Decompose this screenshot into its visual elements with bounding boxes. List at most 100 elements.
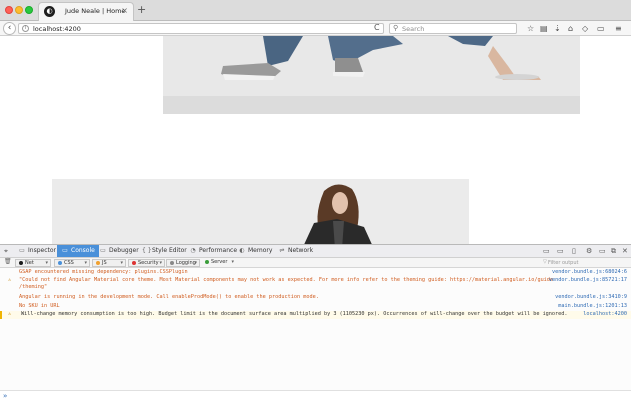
browser-tab[interactable]: ◐ Jude Neale | Home × <box>38 2 134 21</box>
tab-network[interactable]: ⇌ Network <box>278 245 313 257</box>
net-dot-icon <box>19 260 23 265</box>
filter-js-button[interactable]: JS ▾ <box>92 259 126 267</box>
search-icon: ⚲ <box>393 24 399 32</box>
tab-debugger-label: Debugger <box>109 247 139 254</box>
close-window-button[interactable] <box>5 6 13 14</box>
hero-photo-woman <box>52 179 469 244</box>
browser-nav-bar: ‹ i localhost:4200 ⚲ Search ☆ ▤ ⇣ ⌂ ◇ ▭ … <box>0 21 631 36</box>
filter-server-label: Server <box>211 259 228 265</box>
chevron-down-icon: ▾ <box>159 260 162 266</box>
chevron-down-icon: ▾ <box>194 260 197 266</box>
url-text[interactable]: localhost:4200 <box>33 25 81 33</box>
element-picker-icon[interactable]: ⌖ <box>4 247 8 255</box>
warning-icon: ⚠ <box>8 311 12 317</box>
tab-network-label: Network <box>288 247 314 254</box>
filter-css-button[interactable]: CSS ▾ <box>54 259 90 267</box>
minimize-window-button[interactable] <box>15 6 23 14</box>
tab-close-icon[interactable]: × <box>121 6 128 16</box>
reload-icon[interactable]: C <box>374 23 380 32</box>
filter-security-button[interactable]: Security ▾ <box>128 259 165 267</box>
tab-inspector[interactable]: ▭ Inspector <box>18 245 56 257</box>
settings-gear-icon[interactable]: ⚙ <box>586 247 592 255</box>
separate-window-icon[interactable]: ⧉ <box>611 247 616 255</box>
device-icon[interactable]: ▯ <box>572 247 576 255</box>
library-icon[interactable]: ▤ <box>540 23 548 34</box>
filter-css-label: CSS <box>64 260 74 266</box>
tab-console[interactable]: ▭ Console <box>57 245 99 257</box>
url-bar[interactable]: i localhost:4200 <box>18 23 384 34</box>
bookmark-star-icon[interactable]: ☆ <box>527 23 534 34</box>
hero-photo-sneakers <box>163 36 580 114</box>
site-info-icon[interactable]: i <box>22 25 29 32</box>
tab-title: Jude Neale | Home <box>65 7 126 15</box>
logging-dot-icon <box>170 260 174 265</box>
tab-style-editor-label: Style Editor <box>152 247 187 254</box>
tab-debugger[interactable]: ▭ Debugger <box>99 245 139 257</box>
filter-logging-label: Logging <box>176 260 196 266</box>
console-source-link[interactable]: vendor.bundle.js:85721:17 <box>549 277 627 284</box>
menu-icon[interactable]: ≡ <box>615 23 622 34</box>
pocket-icon[interactable]: ◇ <box>582 23 588 34</box>
console-row: Angular is running in the development mo… <box>0 294 631 301</box>
filter-js-label: JS <box>102 260 107 266</box>
performance-icon: ◔ <box>190 247 196 254</box>
woman-photo-illustration <box>52 179 469 244</box>
chevron-down-icon: ▾ <box>45 260 48 266</box>
chevron-down-icon: ▾ <box>231 259 234 265</box>
filter-logging-button[interactable]: Logging ▾ <box>166 259 200 267</box>
split-console-icon[interactable]: ▭ <box>543 247 550 255</box>
css-dot-icon <box>58 260 62 265</box>
security-dot-icon <box>132 260 136 265</box>
site-favicon-icon: ◐ <box>44 6 55 17</box>
new-tab-button[interactable]: + <box>137 3 146 17</box>
tab-performance[interactable]: ◔ Performance <box>189 245 237 257</box>
filter-server-button[interactable]: Server ▾ <box>202 259 236 267</box>
tab-console-label: Console <box>71 247 95 254</box>
style-editor-icon: { } <box>142 247 152 254</box>
js-dot-icon <box>96 260 100 265</box>
console-source-link[interactable]: localhost:4200 <box>583 311 627 318</box>
filter-icon: ▽ <box>543 259 547 265</box>
tab-memory[interactable]: ◐ Memory <box>238 245 272 257</box>
devtools-panel: ⌖ ▭ Inspector ▭ Console ▭ Debugger { }Style… <box>0 244 631 401</box>
home-icon[interactable]: ⌂ <box>568 23 573 34</box>
warning-icon: ⚠ <box>8 277 12 283</box>
browser-tab-bar: ◐ Jude Neale | Home × + <box>0 0 631 21</box>
console-row: ⚠ "Could not find Angular Material core … <box>0 277 631 291</box>
console-filter-bar: 🗑 Net ▾ CSS ▾ JS ▾ Security ▾ Logging ▾ Serve… <box>0 258 631 268</box>
responsive-mode-icon[interactable]: ▭ <box>557 247 564 255</box>
sync-icon[interactable]: ▭ <box>597 23 605 34</box>
tab-style-editor[interactable]: { }Style Editor <box>142 245 187 257</box>
filter-security-label: Security <box>138 260 159 266</box>
clear-console-trash-icon[interactable]: 🗑 <box>4 258 12 265</box>
console-prompt-icon: » <box>3 392 8 400</box>
console-source-link[interactable]: main.bundle.js:1201:13 <box>558 303 627 310</box>
console-source-link[interactable]: vendor.bundle.js:68024:6 <box>552 269 627 276</box>
search-placeholder: Search <box>402 25 425 33</box>
tab-memory-label: Memory <box>248 247 273 254</box>
maximize-window-button[interactable] <box>25 6 33 14</box>
memory-icon: ◐ <box>239 247 245 254</box>
console-message: Angular is running in the development mo… <box>19 294 319 300</box>
console-input[interactable]: » <box>0 390 631 401</box>
console-row: GSAP encountered missing dependency: plu… <box>0 269 631 276</box>
console-source-link[interactable]: vendor.bundle.js:3410:9 <box>555 294 627 301</box>
debugger-icon: ▭ <box>100 247 106 254</box>
filter-net-button[interactable]: Net ▾ <box>15 259 51 267</box>
chevron-down-icon: ▾ <box>84 260 87 266</box>
tab-inspector-label: Inspector <box>28 247 56 254</box>
page-viewport <box>0 36 631 244</box>
download-icon[interactable]: ⇣ <box>554 23 561 34</box>
inspector-icon: ▭ <box>19 247 25 254</box>
filter-output-input[interactable]: Filter output <box>548 260 578 266</box>
tab-performance-label: Performance <box>199 247 238 254</box>
console-message: No SKU in URL <box>19 303 60 309</box>
search-input[interactable]: ⚲ Search <box>389 23 517 34</box>
back-button[interactable]: ‹ <box>3 22 16 35</box>
sneaker-photo-illustration <box>163 36 580 114</box>
dock-side-icon[interactable]: ▭ <box>599 247 606 255</box>
close-devtools-icon[interactable]: ✕ <box>622 247 628 255</box>
console-row: No SKU in URL main.bundle.js:1201:13 <box>0 303 631 310</box>
devtools-toolbar: ⌖ ▭ Inspector ▭ Console ▭ Debugger { }Style… <box>0 245 631 258</box>
console-output: GSAP encountered missing dependency: plu… <box>0 268 631 388</box>
